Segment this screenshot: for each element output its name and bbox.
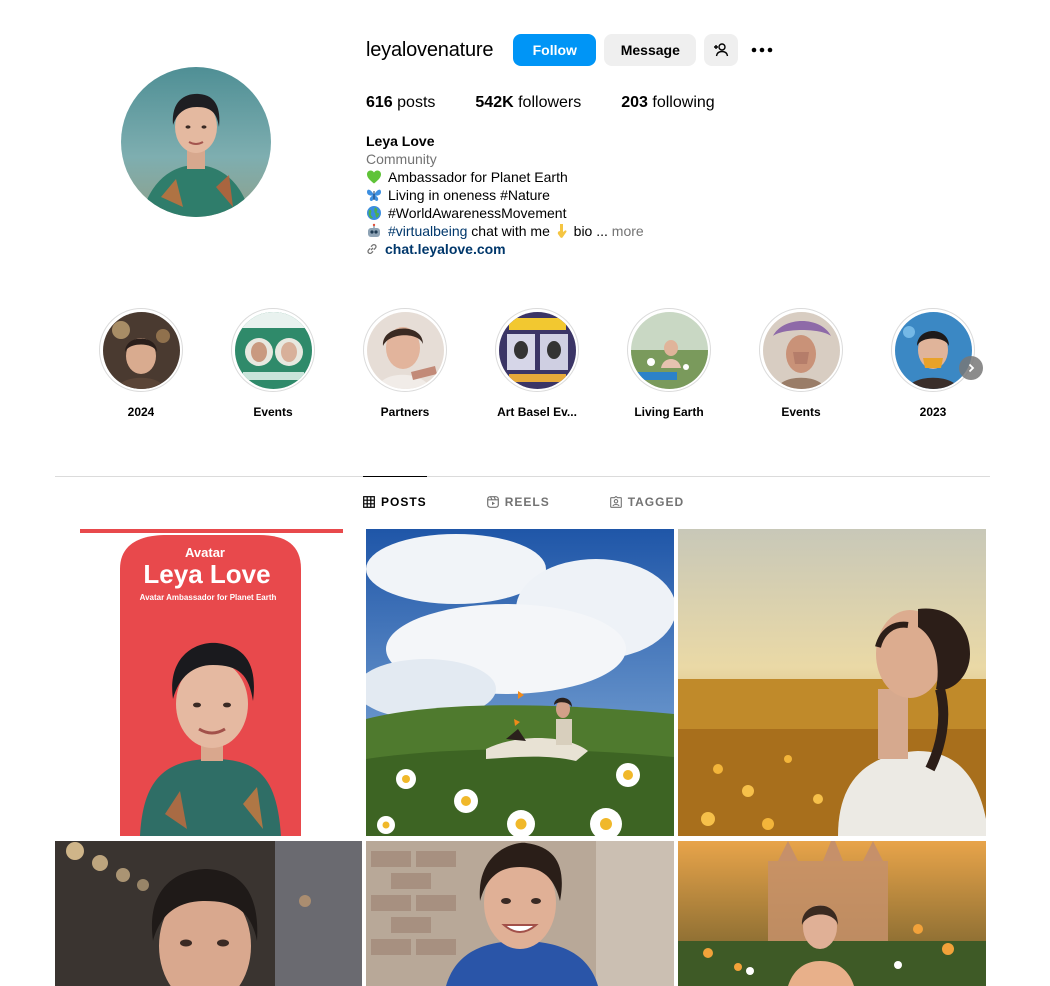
following-stat[interactable]: 203 following [621, 94, 714, 112]
suggested-accounts-button[interactable] [704, 34, 739, 66]
message-button[interactable]: Message [604, 34, 697, 66]
profile-avatar[interactable] [121, 67, 271, 217]
highlights-next-button[interactable] [959, 356, 983, 380]
profile-stats: 616 posts 542K followers 203 following [366, 94, 755, 112]
add-person-icon [714, 43, 729, 57]
profile-top-row: leyalovenature Follow Message [366, 34, 774, 66]
highlight-cover [759, 308, 843, 392]
robot-icon [368, 223, 380, 237]
pointing-down-icon [557, 224, 567, 238]
highlight-label: Living Earth [634, 405, 704, 419]
grid-icon [363, 496, 375, 508]
following-label: following [652, 94, 715, 111]
highlight-label: Events [781, 405, 821, 419]
story-highlights: 2024 Events Partners Art Basel Ev... Liv… [99, 308, 1023, 419]
active-tab-indicator [363, 476, 427, 477]
highlight-label: 2024 [127, 405, 155, 419]
bio-website-link[interactable]: chat.leyalove.com [366, 240, 644, 258]
bio-line-3: #WorldAwarenessMovement [366, 204, 644, 222]
highlight-item[interactable]: Partners [363, 308, 447, 419]
highlight-item[interactable]: Living Earth [627, 308, 711, 419]
followers-count: 542K [475, 94, 514, 111]
followers-label: followers [518, 94, 582, 111]
bio-category: Community [366, 151, 437, 167]
highlight-label: Events [253, 405, 293, 419]
highlight-cover [891, 308, 975, 392]
tabs-divider [55, 476, 990, 477]
post-tile[interactable] [366, 841, 674, 986]
bio-line-4: #virtualbeing chat with me bio ... more [366, 222, 644, 240]
poster-small-title: Avatar [185, 545, 225, 560]
reels-icon [486, 496, 499, 508]
following-count: 203 [621, 94, 648, 111]
poster-subtitle: Avatar Ambassador for Planet Earth [140, 593, 277, 602]
tagged-icon [609, 496, 622, 508]
highlight-label: Partners [380, 405, 430, 419]
posts-stat: 616 posts [366, 94, 435, 112]
bio-line-2: Living in oneness #Nature [366, 186, 644, 204]
posts-label: posts [397, 94, 436, 111]
highlight-cover [495, 308, 579, 392]
posts-count: 616 [366, 94, 393, 111]
post-tile[interactable] [678, 841, 986, 986]
highlight-cover [99, 308, 183, 392]
bio-name: Leya Love [366, 133, 435, 149]
post-tile[interactable] [55, 841, 362, 986]
highlight-cover [231, 308, 315, 392]
highlight-label: 2023 [919, 405, 947, 419]
profile-bio: Leya Love Community Ambassador for Plane… [366, 132, 644, 258]
highlight-item[interactable]: Events [231, 308, 315, 419]
poster-big-title: Leya Love [143, 559, 270, 589]
tab-tagged[interactable]: TAGGED [609, 495, 684, 509]
bio-hashtag-link[interactable]: #virtualbeing [388, 222, 467, 240]
more-options-icon[interactable] [750, 38, 774, 62]
post-tile[interactable] [678, 529, 986, 836]
chevron-right-icon [968, 363, 975, 373]
highlight-cover [363, 308, 447, 392]
highlight-item[interactable]: Events [759, 308, 843, 419]
highlight-label: Art Basel Ev... [497, 405, 577, 419]
follow-button[interactable]: Follow [513, 34, 597, 66]
green-heart-icon [367, 170, 381, 184]
profile-username: leyalovenature [366, 38, 494, 61]
tab-posts[interactable]: POSTS [363, 495, 427, 509]
link-icon [367, 243, 377, 255]
butterfly-icon [367, 189, 381, 201]
profile-tabs: POSTS REELS TAGGED [363, 495, 744, 509]
bio-line-1: Ambassador for Planet Earth [366, 168, 644, 186]
highlight-item[interactable]: Art Basel Ev... [495, 308, 579, 419]
followers-stat[interactable]: 542K followers [475, 94, 581, 112]
globe-icon [367, 206, 381, 220]
tab-reels[interactable]: REELS [486, 495, 550, 509]
post-tile[interactable] [366, 529, 674, 836]
post-tile[interactable]: Avatar Leya Love Avatar Ambassador for P… [55, 529, 362, 836]
bio-more-link[interactable]: more [612, 222, 644, 240]
highlight-cover [627, 308, 711, 392]
highlight-item[interactable]: 2024 [99, 308, 183, 419]
